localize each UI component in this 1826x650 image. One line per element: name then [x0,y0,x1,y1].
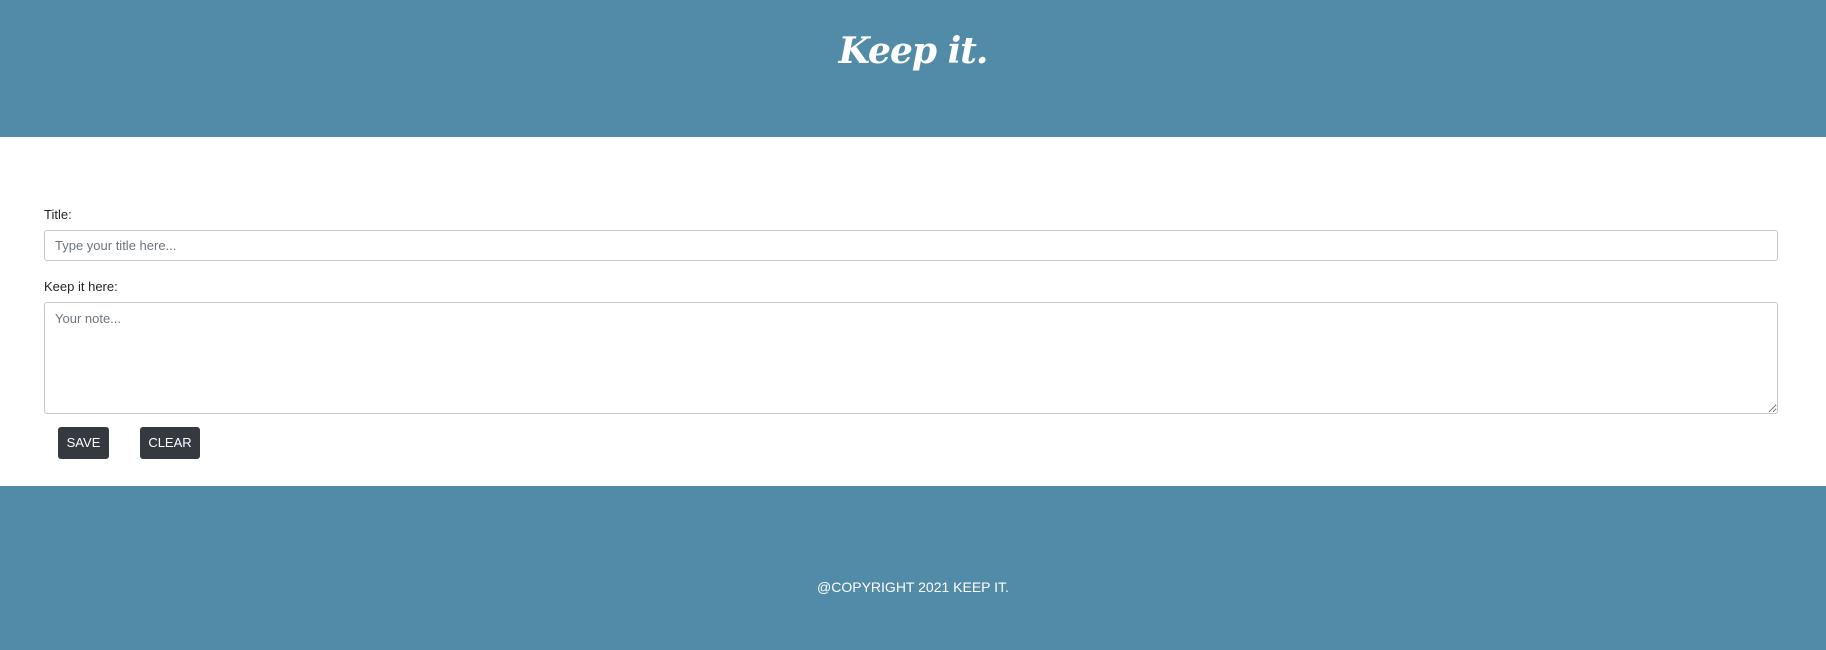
copyright-text: @COPYRIGHT 2021 KEEP IT. [817,579,1009,595]
site-footer: @COPYRIGHT 2021 KEEP IT. [0,486,1826,650]
title-input[interactable] [44,230,1778,261]
title-label: Title: [44,207,72,222]
note-label: Keep it here: [44,279,118,294]
site-header: Keep it. [0,0,1826,137]
brand-logo: Keep it. [838,30,989,72]
clear-button[interactable]: CLEAR [140,427,200,459]
save-button[interactable]: SAVE [58,427,109,459]
note-form: Title: Keep it here: SAVE CLEAR [0,137,1826,486]
note-textarea[interactable] [44,302,1778,414]
